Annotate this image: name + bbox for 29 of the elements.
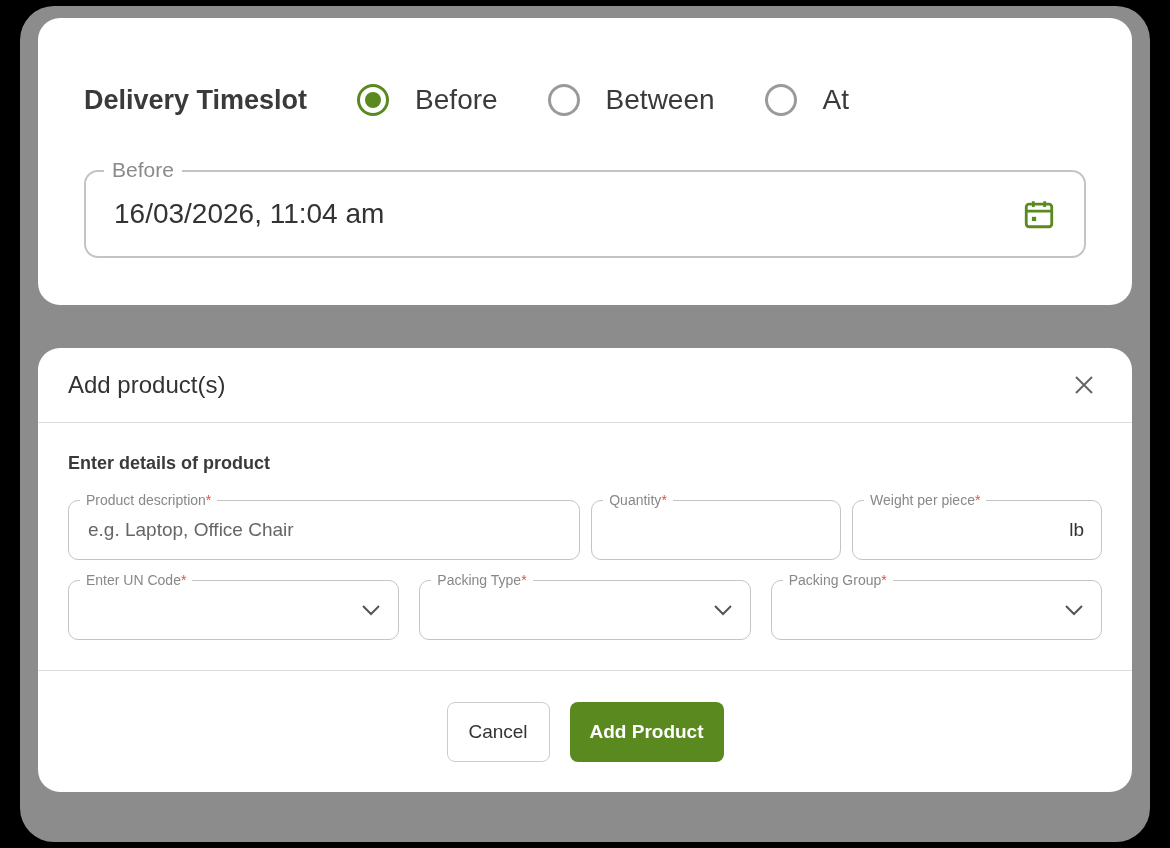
- section-heading: Enter details of product: [68, 453, 272, 474]
- add-product-button[interactable]: Add Product: [569, 701, 724, 762]
- radio-option[interactable]: At: [764, 84, 850, 116]
- field-label: Packing Group*: [782, 571, 893, 589]
- chevron-down-icon: [712, 604, 733, 616]
- select-field[interactable]: Packing Type*: [419, 571, 751, 640]
- cancel-button[interactable]: Cancel: [446, 701, 550, 762]
- text-input[interactable]: e.g. Laptop, Office Chair: [86, 518, 563, 542]
- radio-option[interactable]: Between: [547, 84, 715, 116]
- field-value: 16/03/2026, 11:04 am: [114, 198, 385, 230]
- field-label: Product description*: [80, 491, 218, 509]
- radio-button[interactable]: [764, 84, 797, 116]
- unit-label: lb: [1069, 519, 1084, 541]
- input-field[interactable]: Product description* e.g. Laptop, Office Chair: [68, 491, 581, 560]
- radio-button[interactable]: [357, 84, 390, 116]
- select-field[interactable]: Packing Group*: [770, 571, 1102, 640]
- radio-button[interactable]: [547, 84, 580, 116]
- date-field[interactable]: Before 16/03/2026, 11:04 am: [84, 156, 1086, 258]
- field-label: Quantity*: [603, 491, 673, 509]
- radio-option[interactable]: Before: [357, 84, 498, 116]
- chevron-down-icon: [1064, 604, 1084, 616]
- input-field[interactable]: Weight per piece* lb: [852, 491, 1102, 560]
- field-label: Packing Type*: [431, 571, 533, 589]
- select-field[interactable]: Enter UN Code*: [68, 571, 400, 640]
- chevron-down-icon: [361, 604, 382, 616]
- input-field[interactable]: Quantity*: [591, 491, 842, 560]
- dialog-title: Add product(s): [68, 371, 226, 399]
- section-title: Delivery Timeslot: [84, 84, 308, 116]
- field-label: Weight per piece*: [864, 491, 987, 509]
